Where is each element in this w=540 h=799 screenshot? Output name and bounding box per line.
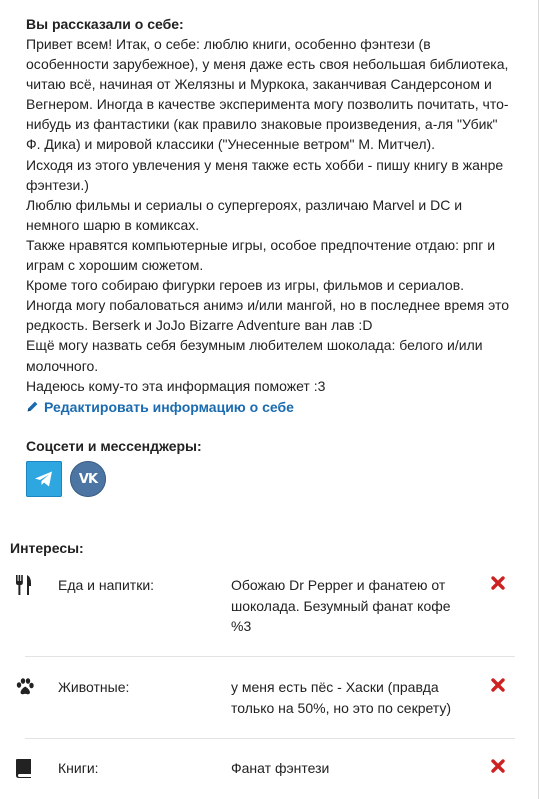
about-paragraph: Кроме того собираю фигурки героев из игр… xyxy=(26,277,510,334)
interest-category: Животные: xyxy=(58,679,130,695)
book-icon xyxy=(15,758,35,778)
interest-value: Фанат фэнтези xyxy=(231,760,330,776)
fork-knife-icon xyxy=(15,575,35,595)
paw-icon xyxy=(15,677,35,697)
pencil-icon xyxy=(27,401,38,412)
about-paragraph: Ещё могу назвать себя безумным любителем… xyxy=(26,337,483,374)
social-section: Соцсети и мессенджеры: VK xyxy=(26,436,202,497)
vk-icon-text: VK xyxy=(78,471,98,487)
about-paragraph: Привет всем! Итак, о себе: люблю книги, … xyxy=(26,36,509,153)
delete-icon[interactable] xyxy=(491,677,505,692)
about-section: Вы рассказали о себе: Привет всем! Итак,… xyxy=(26,14,526,418)
about-heading: Вы рассказали о себе: xyxy=(26,16,184,32)
edit-about-link[interactable]: Редактировать информацию о себе xyxy=(26,397,294,417)
divider xyxy=(25,738,515,739)
interest-category: Книги: xyxy=(58,760,99,776)
interest-category: Еда и напитки: xyxy=(58,577,155,593)
edit-about-label: Редактировать информацию о себе xyxy=(44,398,294,415)
profile-panel: Вы рассказали о себе: Привет всем! Итак,… xyxy=(0,0,539,799)
divider xyxy=(25,656,515,657)
vk-icon[interactable]: VK xyxy=(70,461,106,497)
interest-value: Обожаю Dr Pepper и фанатею от шоколада. … xyxy=(231,577,451,634)
interests-heading: Интересы: xyxy=(10,540,84,556)
telegram-icon[interactable] xyxy=(26,461,62,497)
about-paragraph: Надеюсь кому-то эта информация поможет :… xyxy=(26,377,326,394)
about-paragraph: Также нравятся компьютерные игры, особое… xyxy=(26,236,496,274)
social-icons: VK xyxy=(26,461,202,497)
interests-section: Интересы: xyxy=(10,538,530,558)
delete-icon[interactable] xyxy=(491,758,505,773)
interest-value: у меня есть пёс - Хаски (правда только н… xyxy=(231,679,452,716)
about-paragraph: Исходя из этого увлечения у меня также е… xyxy=(26,156,504,193)
about-paragraph: Люблю фильмы и сериалы о супергероях, ра… xyxy=(26,196,463,233)
delete-icon[interactable] xyxy=(491,575,505,590)
social-heading: Соцсети и мессенджеры: xyxy=(26,438,202,454)
